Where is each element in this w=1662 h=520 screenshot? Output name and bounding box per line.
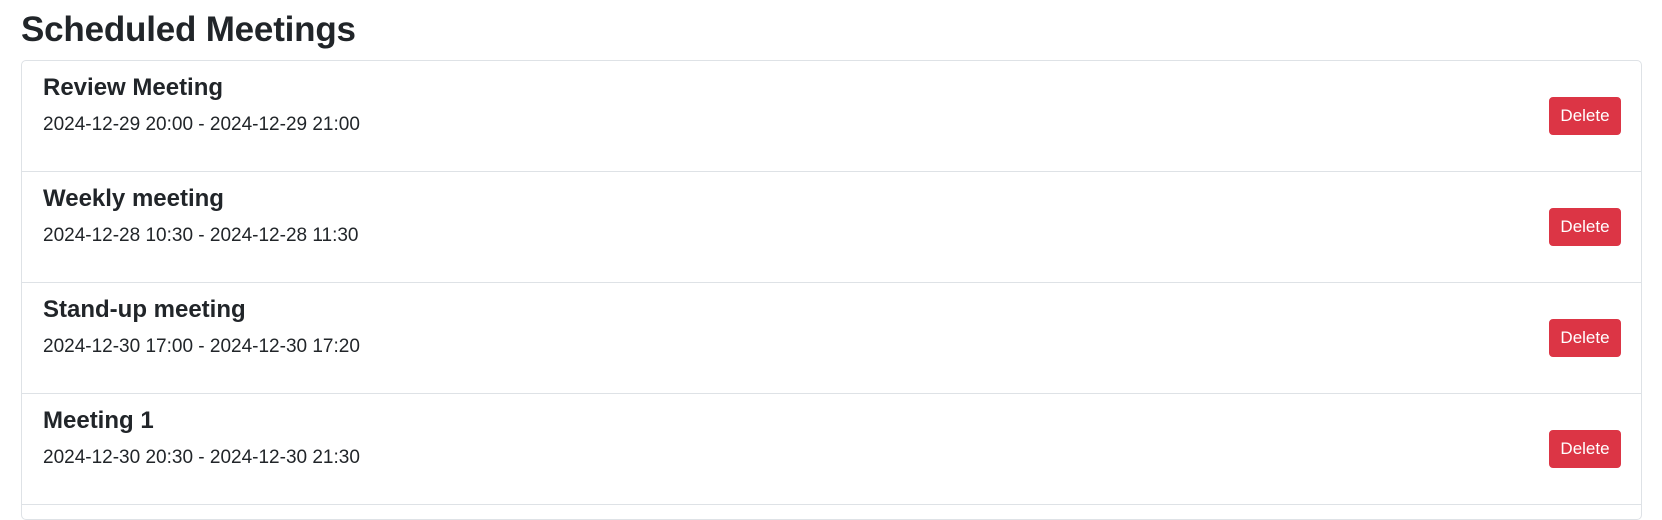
meeting-item: Review Meeting 2024-12-29 20:00 - 2024-1…: [22, 61, 1641, 172]
meeting-title: Meeting 1: [43, 407, 154, 434]
meeting-time: 2024-12-28 10:30 - 2024-12-28 11:30: [43, 225, 359, 246]
page-title: Scheduled Meetings: [21, 10, 356, 49]
meeting-time: 2024-12-29 20:00 - 2024-12-29 21:00: [43, 114, 360, 135]
meeting-title: Stand-up meeting: [43, 296, 246, 323]
delete-button[interactable]: Delete: [1549, 430, 1621, 468]
meeting-title: Review Meeting: [43, 74, 224, 101]
meeting-time: 2024-12-30 20:30 - 2024-12-30 21:30: [43, 447, 360, 468]
meeting-item: Stand-up meeting 2024-12-30 17:00 - 2024…: [22, 283, 1641, 394]
meeting-list: Review Meeting 2024-12-29 20:00 - 2024-1…: [21, 60, 1642, 520]
meeting-item: Meeting 1 2024-12-30 20:30 - 2024-12-30 …: [22, 394, 1641, 505]
delete-button[interactable]: Delete: [1549, 208, 1621, 246]
meeting-title: Weekly meeting: [43, 185, 224, 212]
delete-button[interactable]: Delete: [1549, 97, 1621, 135]
meeting-item: Weekly meeting 2024-12-28 10:30 - 2024-1…: [22, 172, 1641, 283]
delete-button[interactable]: Delete: [1549, 319, 1621, 357]
meeting-time: 2024-12-30 17:00 - 2024-12-30 17:20: [43, 336, 360, 357]
